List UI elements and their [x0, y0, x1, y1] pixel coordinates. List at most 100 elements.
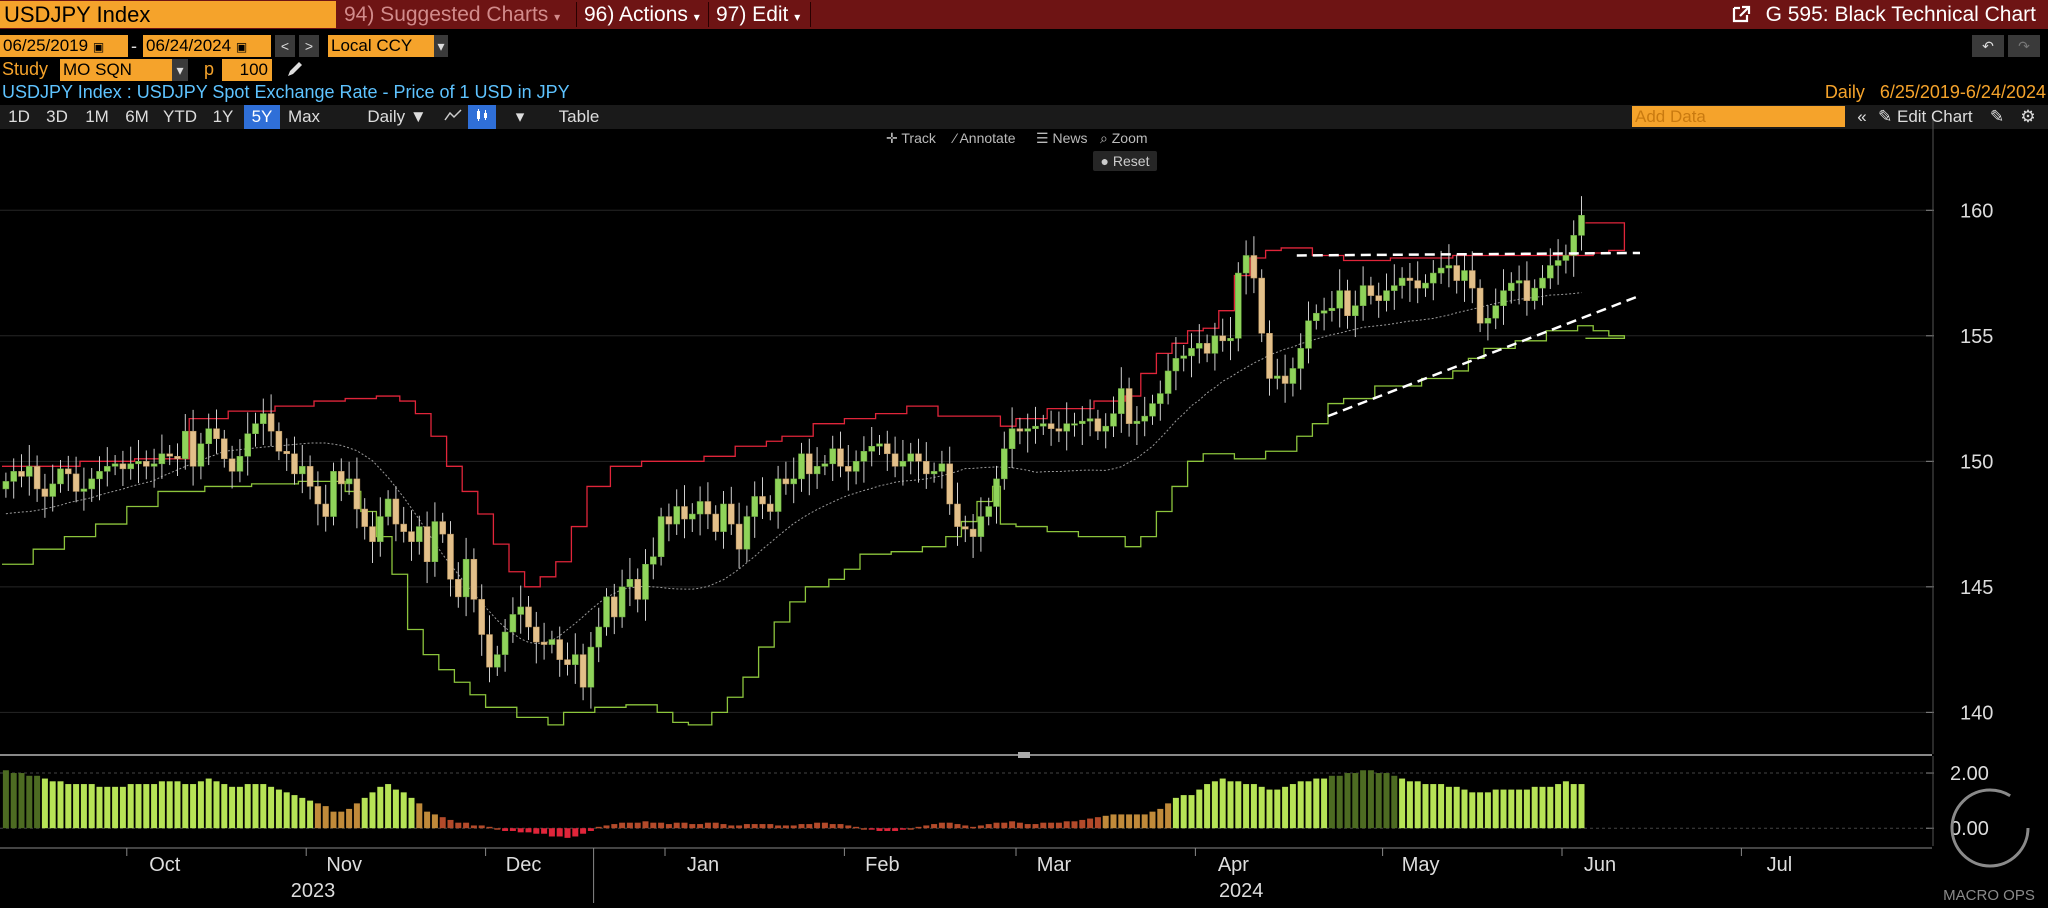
line-chart-icon[interactable]: [440, 105, 466, 129]
candle-up: [1383, 290, 1390, 301]
candle-down: [728, 503, 735, 525]
redo-button[interactable]: ↷: [2008, 35, 2040, 57]
end-date-field[interactable]: 06/24/2024 ▣: [143, 35, 271, 57]
osc-bar: [751, 824, 758, 829]
osc-bar: [494, 828, 501, 830]
annotate-tool[interactable]: ⁄ Annotate: [954, 128, 1016, 148]
timeframe-6m[interactable]: 6M: [118, 105, 156, 129]
osc-bar: [1196, 789, 1203, 829]
ticker-field[interactable]: USDJPY Index: [0, 1, 336, 28]
add-data-input[interactable]: Add Data: [1632, 106, 1845, 127]
currency-dropdown-button[interactable]: ▾: [434, 35, 448, 57]
candle-down: [1414, 280, 1421, 289]
table-button[interactable]: Table: [548, 105, 610, 129]
candle-up: [49, 483, 56, 497]
timeframe-max[interactable]: Max: [282, 105, 326, 129]
osc-bar: [151, 784, 158, 829]
candle-down: [213, 428, 220, 439]
timeframe-5y[interactable]: 5Y: [244, 105, 280, 129]
currency-select[interactable]: Local CCY: [328, 35, 436, 57]
osc-bar: [1531, 786, 1538, 829]
study-dropdown-button[interactable]: ▾: [172, 59, 188, 81]
candle-down: [470, 558, 478, 600]
osc-bar: [478, 825, 485, 829]
osc-bar: [790, 825, 797, 829]
osc-bar: [1250, 784, 1257, 829]
news-tool[interactable]: ☰ News: [1036, 128, 1087, 148]
edit-legend-icon[interactable]: ✎: [1986, 105, 2008, 129]
next-period-button[interactable]: >: [299, 35, 319, 57]
edit-menu[interactable]: 97) Edit ▾: [716, 0, 800, 29]
reset-zoom-button[interactable]: ● Reset: [1093, 151, 1157, 171]
osc-bar: [1344, 773, 1351, 829]
timeframe-1y[interactable]: 1Y: [204, 105, 242, 129]
prev-period-button[interactable]: <: [275, 35, 295, 57]
osc-bar: [619, 822, 626, 829]
osc-bar: [1087, 818, 1094, 829]
undo-button[interactable]: ↶: [1972, 35, 2004, 57]
osc-bar: [104, 786, 111, 829]
candle-down: [455, 579, 462, 598]
menu-divider: [576, 2, 577, 27]
osc-bar: [26, 775, 33, 829]
candle-down: [564, 659, 571, 665]
osc-bar: [1406, 781, 1413, 829]
calendar-icon[interactable]: ▣: [93, 40, 104, 54]
gear-icon[interactable]: ⚙: [2016, 105, 2040, 129]
osc-bar: [829, 824, 836, 829]
candle-down: [41, 488, 49, 497]
chart-template-title[interactable]: G 595: Black Technical Chart: [1732, 0, 2036, 29]
candle-up: [135, 461, 142, 465]
candle-up: [1242, 255, 1250, 274]
frequency-dropdown[interactable]: Daily ▼: [354, 105, 440, 129]
external-link-icon[interactable]: [1732, 0, 1752, 29]
candle-up: [595, 626, 602, 648]
osc-bar: [268, 786, 275, 829]
chart-type-dropdown-icon[interactable]: ▾: [508, 105, 532, 129]
edit-chart-button[interactable]: ✎ Edit Chart: [1878, 105, 1978, 129]
calendar-icon[interactable]: ▣: [236, 40, 247, 54]
candle-down: [611, 596, 618, 618]
candle-down: [18, 471, 25, 477]
osc-bar: [525, 828, 532, 833]
actions-menu[interactable]: 96) Actions ▾: [584, 0, 700, 29]
osc-bar: [213, 781, 220, 829]
start-date-field[interactable]: 06/25/2019 ▣: [0, 35, 128, 57]
undo-icon: ↶: [1982, 38, 1994, 54]
timeframe-1d[interactable]: 1D: [2, 105, 36, 129]
candle-up: [1359, 285, 1367, 306]
osc-bar: [1094, 817, 1101, 829]
osc-bar: [1352, 773, 1359, 829]
pencil-icon[interactable]: [284, 58, 306, 80]
candle-down: [1016, 428, 1024, 432]
zoom-tool[interactable]: ⌕ Zoom: [1100, 128, 1148, 148]
candle-down: [400, 523, 407, 532]
candle-down: [33, 466, 41, 490]
osc-bar: [119, 786, 126, 829]
osc-bar: [1048, 822, 1055, 829]
osc-bar: [642, 821, 649, 829]
candle-up: [104, 466, 111, 472]
osc-bar: [1321, 778, 1328, 829]
study-field[interactable]: MO SQN: [60, 59, 172, 81]
track-tool[interactable]: ✛ Track: [886, 128, 936, 148]
candle-down: [478, 599, 485, 635]
suggested-charts-menu[interactable]: 94) Suggested Charts ▾: [344, 0, 560, 29]
timeframe-1m[interactable]: 1M: [78, 105, 116, 129]
candle-down: [221, 438, 228, 460]
timeframe-ytd[interactable]: YTD: [158, 105, 202, 129]
candle-down: [1250, 255, 1258, 279]
osc-bar: [330, 811, 337, 829]
timeframe-3d[interactable]: 3D: [38, 105, 76, 129]
osc-bar: [970, 826, 977, 829]
price-chart[interactable]: 140 145 150 155 160 2.000.00 Oct Nov Dec Jan Feb…: [0, 0, 2048, 903]
candle-down: [1258, 277, 1265, 334]
candle-up: [431, 521, 439, 562]
collapse-panel-icon[interactable]: «: [1852, 105, 1872, 129]
time-axis: Oct Nov Dec Jan Feb Mar Apr May Jun Jul 2023 2024: [0, 847, 1932, 903]
x-tick-label: Jul: [1767, 854, 1793, 876]
candlestick-icon[interactable]: [468, 105, 496, 129]
osc-bar: [1336, 775, 1343, 829]
osc-bar: [993, 822, 1000, 829]
period-param-field[interactable]: 100: [222, 59, 272, 81]
